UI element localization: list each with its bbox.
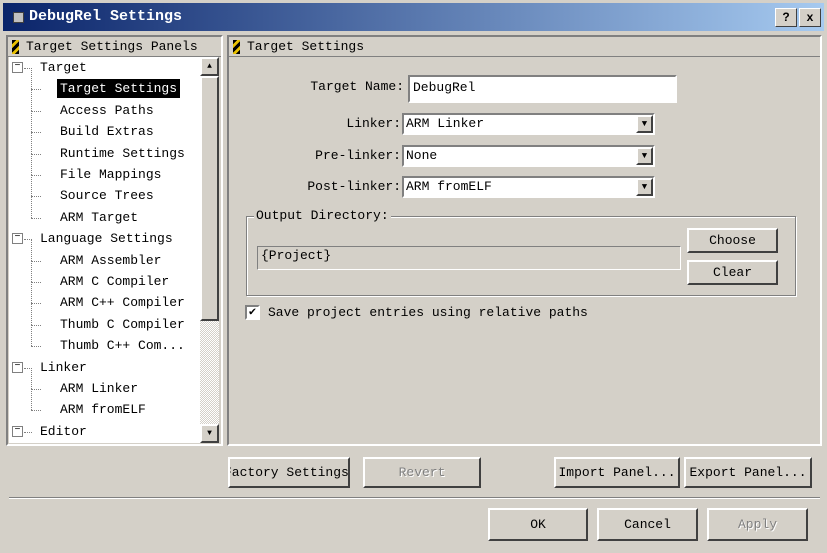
tree-connector — [31, 110, 41, 112]
tree-connector — [31, 175, 32, 197]
tree-connector — [31, 389, 41, 390]
tree-connector — [31, 132, 32, 154]
tree-connector — [31, 389, 32, 411]
scroll-thumb[interactable] — [200, 76, 219, 321]
tree-item[interactable]: ARM Target — [60, 208, 138, 227]
divider — [9, 497, 820, 499]
tree-connector — [31, 410, 41, 412]
tree-item[interactable]: ARM Linker — [60, 379, 138, 398]
tree-connector — [31, 68, 32, 90]
target-name-input[interactable]: DebugRel — [408, 75, 677, 103]
tree-connector — [31, 368, 32, 389]
flag-icon — [12, 40, 19, 54]
tree-item[interactable]: Runtime Settings — [60, 144, 185, 163]
tree-connector — [31, 282, 41, 283]
cancel-button[interactable]: Cancel — [597, 508, 698, 541]
close-button[interactable]: x — [799, 8, 821, 27]
tree-connector — [24, 431, 32, 433]
tree-connector — [31, 89, 41, 91]
tree-connector — [31, 260, 41, 262]
tree-connector — [31, 303, 32, 325]
relative-paths-label[interactable]: Save project entries using relative path… — [268, 305, 588, 320]
tree-connector — [31, 132, 41, 134]
tree-item[interactable]: File Mappings — [60, 165, 161, 184]
tree-connector — [31, 217, 41, 219]
tree-item[interactable]: Source Trees — [60, 186, 154, 205]
tree-item[interactable]: ARM Assembler — [60, 251, 161, 270]
flag-icon — [233, 40, 240, 54]
collapse-icon[interactable]: − — [12, 62, 23, 73]
target-name-label: Target Name: — [310, 79, 404, 94]
title-bar: DebugRel Settings ? x — [3, 3, 824, 31]
tree-item[interactable]: Target Settings — [57, 79, 181, 99]
tree-item[interactable]: Access Paths — [60, 101, 154, 120]
app-icon — [13, 12, 24, 23]
scroll-up-button[interactable]: ▲ — [200, 57, 219, 76]
choose-button[interactable]: Choose — [687, 228, 778, 253]
export-panel-button[interactable]: Export Panel... — [684, 457, 812, 488]
tree-connector — [31, 111, 32, 133]
prelinker-select[interactable]: None ▼ — [402, 145, 655, 167]
tree-connector — [31, 346, 41, 348]
tree-item[interactable]: Language Settings — [40, 229, 173, 248]
tree-connector — [31, 153, 41, 155]
panels-header: Target Settings Panels — [8, 37, 221, 57]
tree-connector — [31, 325, 32, 347]
linker-select[interactable]: ARM Linker ▼ — [402, 113, 655, 135]
scroll-down-button[interactable]: ▼ — [200, 424, 219, 443]
revert-button[interactable]: Revert — [363, 457, 481, 488]
chevron-down-icon[interactable]: ▼ — [636, 147, 653, 165]
postlinker-select[interactable]: ARM fromELF ▼ — [402, 176, 655, 198]
collapse-icon[interactable]: − — [12, 233, 23, 245]
relative-paths-checkbox[interactable]: ✔ — [245, 305, 260, 320]
output-directory-field: {Project} — [257, 246, 681, 270]
import-panel-button[interactable]: Import Panel... — [554, 457, 680, 488]
collapse-icon[interactable]: − — [12, 361, 23, 373]
linker-label: Linker: — [346, 116, 401, 131]
clear-button[interactable]: Clear — [687, 260, 778, 285]
tree-item[interactable]: ARM fromELF — [60, 400, 146, 419]
tree-connector — [31, 303, 41, 305]
postlinker-label: Post-linker: — [307, 179, 401, 194]
tree-item[interactable]: ARM C Compiler — [60, 272, 169, 291]
output-directory-label: Output Directory: — [254, 208, 391, 223]
tree-connector — [31, 196, 41, 198]
tree-connector — [31, 154, 32, 175]
tree-item[interactable]: Thumb C Compiler — [60, 315, 185, 334]
collapse-icon[interactable]: − — [12, 425, 23, 437]
tree-connector — [31, 261, 32, 282]
tree-connector — [31, 196, 32, 218]
window-title: DebugRel Settings — [29, 8, 183, 25]
chevron-down-icon[interactable]: ▼ — [636, 178, 653, 196]
factory-settings-button[interactable]: Factory Settings — [228, 457, 350, 488]
tree-item[interactable]: Linker — [40, 358, 87, 377]
prelinker-label: Pre-linker: — [315, 148, 401, 163]
tree-item[interactable]: ARM C++ Compiler — [60, 293, 185, 312]
chevron-down-icon[interactable]: ▼ — [636, 115, 653, 133]
tree-item[interactable]: Build Extras — [60, 122, 154, 141]
tree-connector — [31, 89, 32, 111]
settings-header: Target Settings — [229, 37, 820, 57]
tree-connector — [31, 239, 32, 261]
tree-item[interactable]: Editor — [40, 422, 87, 441]
tree-item[interactable]: Thumb C++ Com... — [60, 336, 185, 355]
tree-scrollbar[interactable]: ▲ ▼ — [200, 57, 219, 443]
apply-button[interactable]: Apply — [707, 508, 808, 541]
tree-item[interactable]: Target — [40, 58, 87, 77]
tree-connector — [31, 282, 32, 304]
tree-connector — [31, 175, 41, 176]
tree-connector — [31, 324, 41, 326]
panel-tree[interactable]: − Target Target Settings Access Paths Build … — [9, 57, 200, 443]
help-button[interactable]: ? — [775, 8, 797, 27]
ok-button[interactable]: OK — [488, 508, 588, 541]
